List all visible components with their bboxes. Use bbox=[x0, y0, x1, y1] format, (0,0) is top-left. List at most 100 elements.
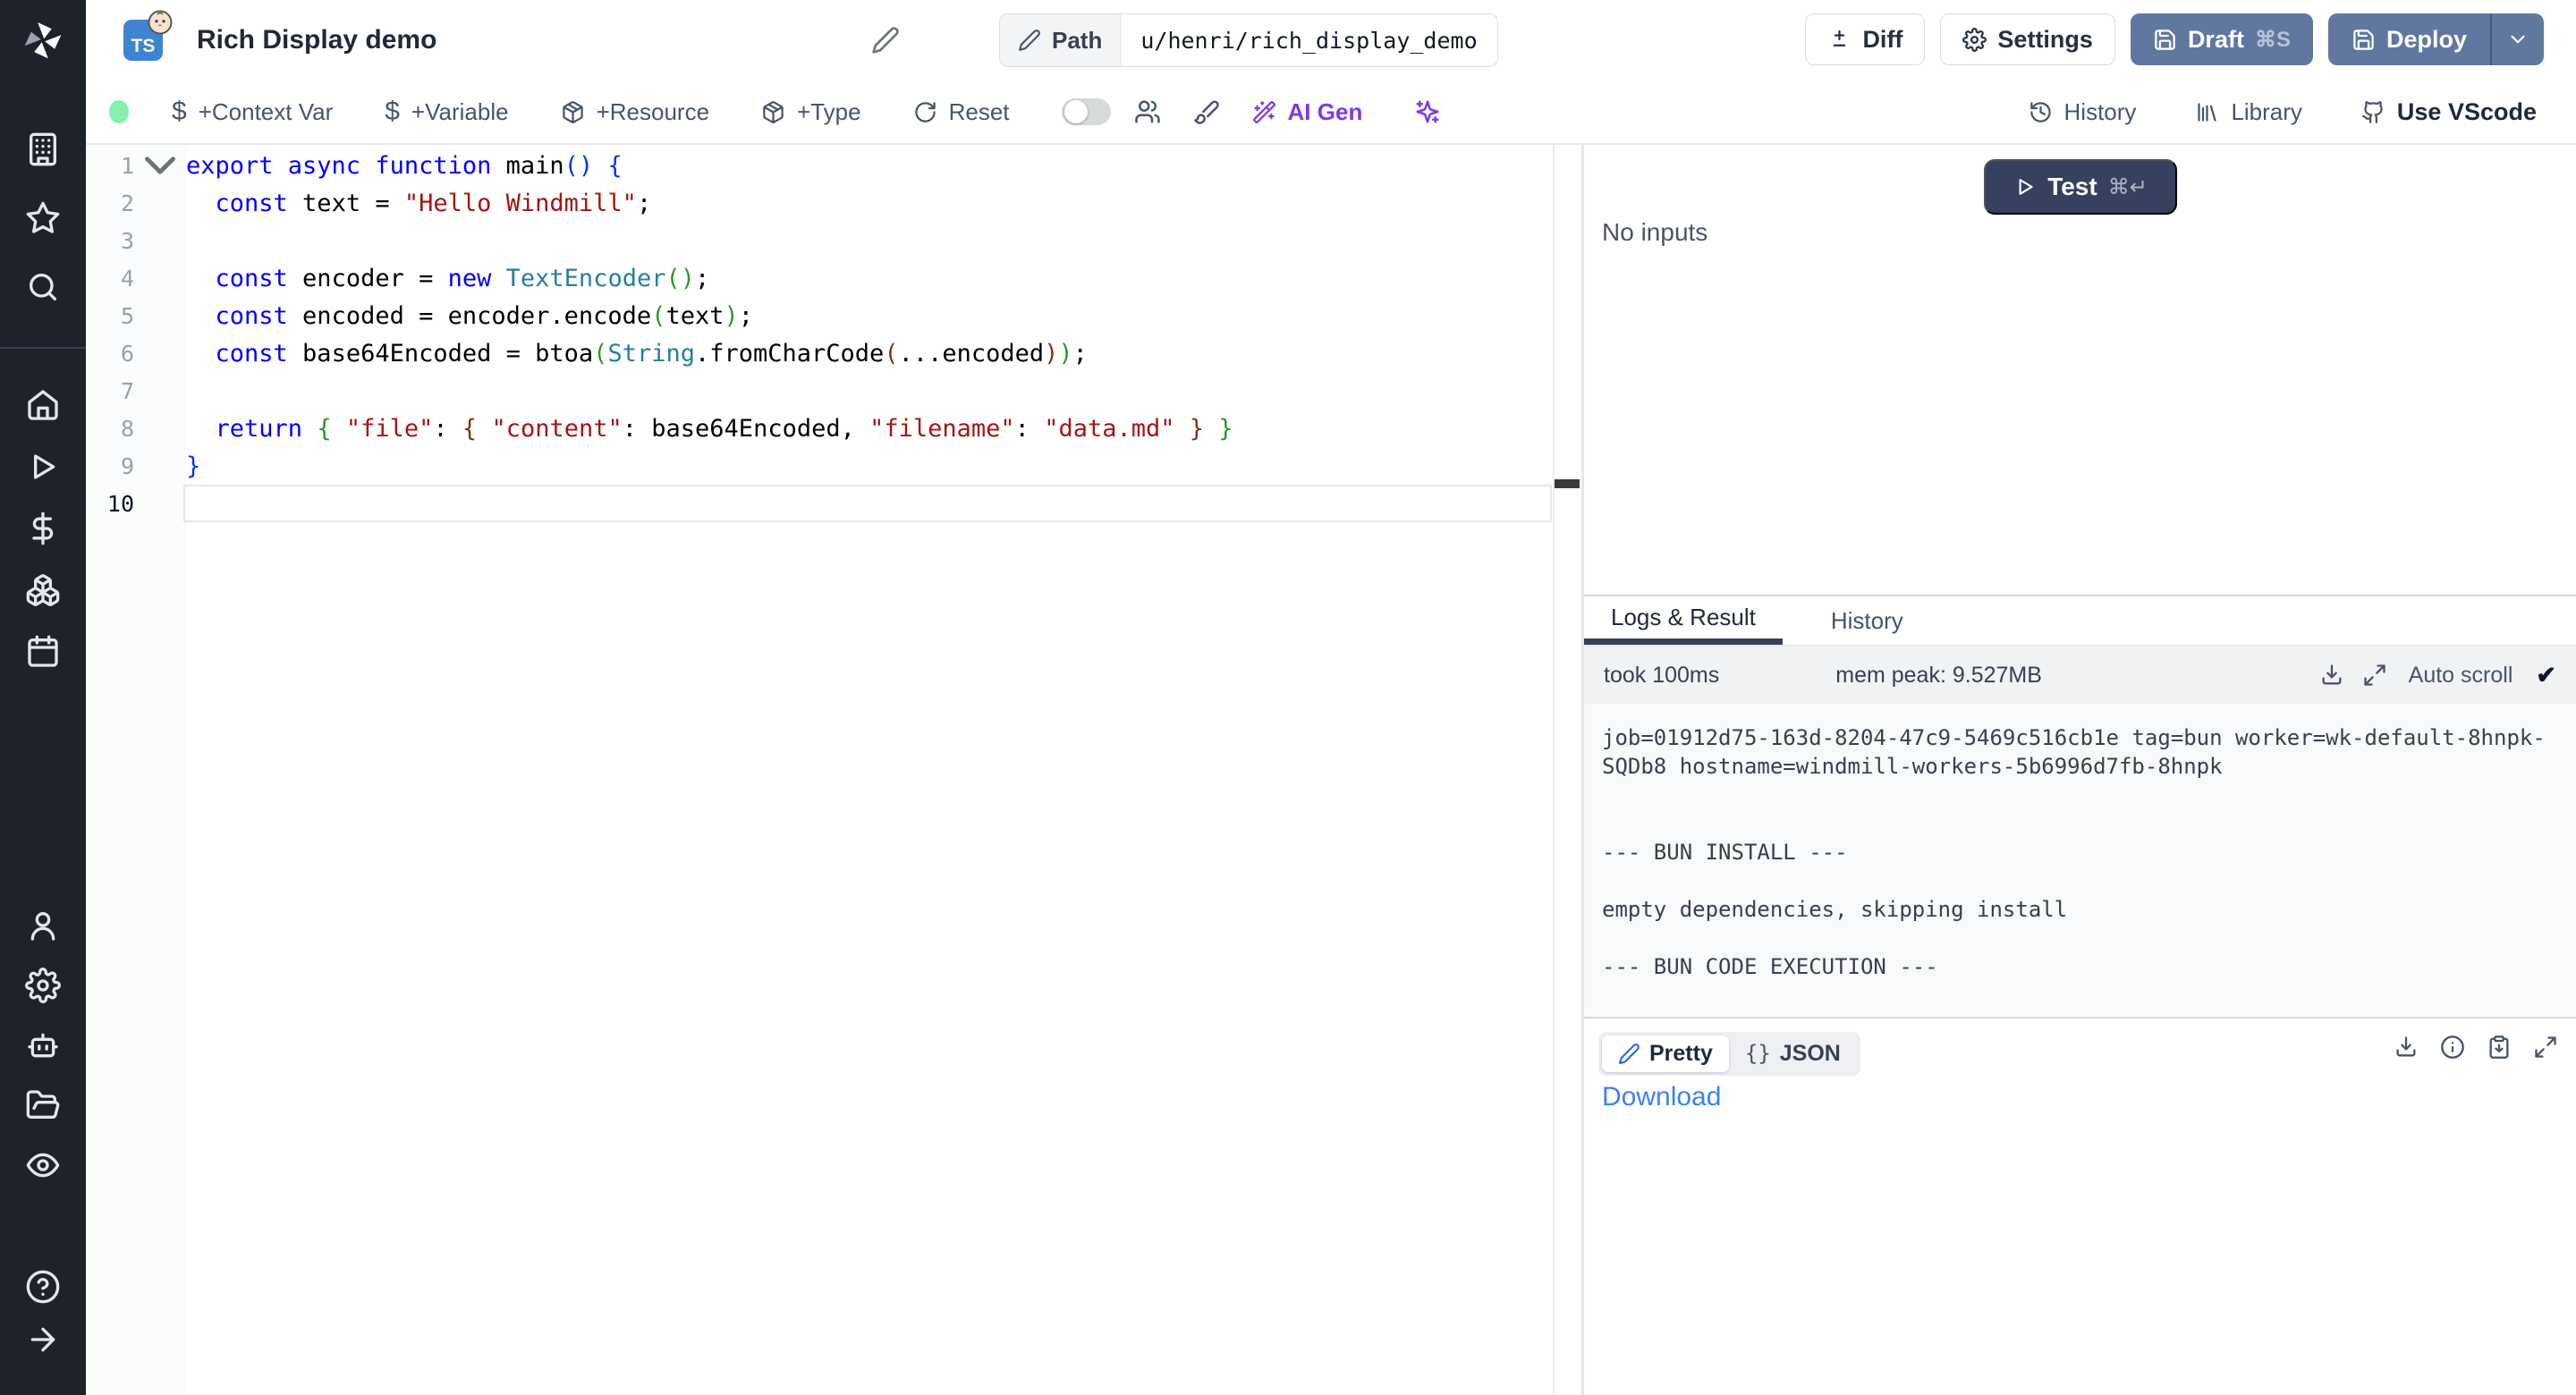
sidebar-boxes-icon[interactable] bbox=[25, 572, 61, 608]
code-line[interactable]: 9} bbox=[86, 447, 1555, 485]
expand-logs-icon[interactable] bbox=[2362, 663, 2387, 688]
editor-overview-ruler[interactable] bbox=[1553, 145, 1581, 1395]
fold-chevron-icon[interactable] bbox=[134, 140, 186, 191]
sidebar-eye-icon[interactable] bbox=[25, 1147, 61, 1183]
path-value[interactable]: u/henri/rich_display_demo bbox=[1121, 14, 1496, 66]
tab-history[interactable]: History bbox=[1804, 596, 1930, 645]
sidebar-star-icon[interactable] bbox=[25, 200, 61, 236]
sidebar-user-icon[interactable] bbox=[25, 908, 61, 943]
ai-gen-button[interactable]: AI Gen bbox=[1252, 98, 1363, 126]
add-context-var-button[interactable]: $ +Context Var bbox=[172, 97, 333, 127]
code-lines: 1export async function main() {2 const t… bbox=[86, 147, 1555, 522]
info-icon[interactable] bbox=[2440, 1035, 2465, 1060]
toggle-knob bbox=[1064, 100, 1088, 123]
history-label: History bbox=[2064, 98, 2137, 126]
code-line[interactable]: 5 const encoded = encoder.encode(text); bbox=[86, 297, 1555, 334]
users-icon[interactable] bbox=[1134, 98, 1161, 125]
no-inputs-text: No inputs bbox=[1602, 218, 1707, 247]
library-icon bbox=[2195, 100, 2219, 124]
sidebar-help-icon[interactable] bbox=[25, 1269, 61, 1305]
code-text: const encoded = encoder.encode(text); bbox=[186, 302, 753, 330]
add-resource-button[interactable]: +Resource bbox=[561, 98, 709, 126]
gear-icon bbox=[1962, 28, 1987, 52]
sidebar-arrow-right-icon[interactable] bbox=[25, 1322, 61, 1357]
pretty-view-button[interactable]: Pretty bbox=[1602, 1036, 1729, 1072]
code-line[interactable]: 6 const base64Encoded = btoa(String.from… bbox=[86, 334, 1555, 372]
diff-button[interactable]: Diff bbox=[1805, 13, 1925, 65]
sidebar-home-icon[interactable] bbox=[25, 387, 61, 423]
library-button[interactable]: Library bbox=[2195, 98, 2301, 126]
sidebar-bot-icon[interactable] bbox=[25, 1027, 61, 1063]
reset-button[interactable]: Reset bbox=[913, 98, 1010, 126]
history-clock-icon bbox=[2029, 100, 2053, 124]
download-logs-icon[interactable] bbox=[2319, 663, 2344, 688]
history-button[interactable]: History bbox=[2029, 98, 2137, 126]
auto-scroll-checkmark[interactable]: ✔ bbox=[2536, 662, 2556, 689]
sidebar-calendar-icon[interactable] bbox=[25, 634, 61, 670]
sidebar-search-icon[interactable] bbox=[25, 269, 61, 305]
download-link[interactable]: Download bbox=[1602, 1082, 1721, 1112]
braces-icon: {} bbox=[1745, 1041, 1771, 1066]
deploy-button[interactable]: Deploy bbox=[2328, 13, 2490, 65]
pen-icon bbox=[1618, 1043, 1640, 1065]
sidebar-group-bottom bbox=[25, 1269, 61, 1357]
logs-text: job=01912d75-163d-8204-47c9-5469c516cb1e… bbox=[1602, 723, 2558, 981]
code-line[interactable]: 1export async function main() { bbox=[86, 147, 1555, 184]
draft-button[interactable]: Draft ⌘S bbox=[2131, 13, 2313, 65]
sidebar-play-icon[interactable] bbox=[25, 449, 61, 485]
sidebar-group-main bbox=[25, 387, 61, 670]
code-line[interactable]: 2 const text = "Hello Windmill"; bbox=[86, 184, 1555, 222]
cursor-position-mark bbox=[1555, 479, 1580, 488]
code-line[interactable]: 8 return { "file": { "content": base64En… bbox=[86, 410, 1555, 447]
code-line[interactable]: 10 bbox=[86, 485, 1555, 522]
sidebar-gear-icon[interactable] bbox=[25, 968, 61, 1003]
typescript-badge-label: TS bbox=[131, 36, 156, 57]
add-variable-button[interactable]: $ +Variable bbox=[385, 97, 508, 127]
sidebar-building-icon[interactable] bbox=[25, 131, 61, 167]
json-label: JSON bbox=[1780, 1041, 1841, 1067]
download-result-icon[interactable] bbox=[2394, 1035, 2419, 1060]
add-variable-label: +Variable bbox=[411, 98, 509, 126]
play-icon bbox=[2013, 175, 2037, 199]
line-number: 4 bbox=[86, 266, 134, 292]
sparkles-icon[interactable] bbox=[1414, 98, 1441, 125]
chevron-down-icon bbox=[2506, 28, 2529, 51]
line-number: 2 bbox=[86, 190, 134, 216]
magic-wand-icon bbox=[1252, 100, 1276, 124]
line-number: 5 bbox=[86, 303, 134, 329]
deploy-dropdown-button[interactable] bbox=[2492, 13, 2544, 65]
diff-mode-toggle[interactable] bbox=[1062, 98, 1111, 125]
test-button[interactable]: Test ⌘↵ bbox=[1984, 159, 2177, 215]
status-dot bbox=[109, 100, 129, 123]
header: TS Rich Display demo Path u/henri/rich_d… bbox=[86, 0, 2576, 80]
code-line[interactable]: 4 const encoder = new TextEncoder(); bbox=[86, 259, 1555, 297]
sidebar-folder-icon[interactable] bbox=[25, 1087, 61, 1123]
code-editor[interactable]: 1export async function main() {2 const t… bbox=[86, 145, 1581, 1395]
tab-logs-result[interactable]: Logs & Result bbox=[1584, 596, 1783, 645]
diff-icon bbox=[1827, 28, 1852, 52]
windmill-logo-icon[interactable] bbox=[21, 18, 65, 63]
code-text: return { "file": { "content": base64Enco… bbox=[186, 415, 1233, 443]
auto-scroll-label[interactable]: Auto scroll bbox=[2409, 663, 2513, 689]
code-line[interactable]: 3 bbox=[86, 222, 1555, 259]
code-line[interactable]: 7 bbox=[86, 372, 1555, 410]
rotate-icon bbox=[913, 100, 937, 124]
package-icon bbox=[561, 100, 585, 124]
settings-button[interactable]: Settings bbox=[1940, 13, 2115, 65]
test-label: Test bbox=[2047, 173, 2097, 201]
edit-summary-pencil-icon[interactable] bbox=[871, 26, 900, 55]
clipboard-icon[interactable] bbox=[2487, 1035, 2512, 1060]
add-type-button[interactable]: +Type bbox=[761, 98, 861, 126]
json-view-button[interactable]: {} JSON bbox=[1729, 1036, 1857, 1072]
path-button[interactable]: Path bbox=[1000, 14, 1121, 66]
maximize-result-icon[interactable] bbox=[2533, 1035, 2558, 1060]
code-text: const text = "Hello Windmill"; bbox=[186, 190, 651, 217]
paintbrush-icon[interactable] bbox=[1193, 98, 1220, 125]
result-view-switch: Pretty {} JSON bbox=[1598, 1032, 1860, 1076]
line-number: 3 bbox=[86, 228, 134, 254]
sidebar-dollar-icon[interactable] bbox=[25, 511, 61, 546]
path-control[interactable]: Path u/henri/rich_display_demo bbox=[999, 13, 1498, 67]
run-panel: Test ⌘↵ No inputs Logs & Result History … bbox=[1584, 145, 2576, 1395]
pencil-icon bbox=[1018, 29, 1041, 52]
use-vscode-button[interactable]: Use VScode bbox=[2361, 98, 2537, 126]
